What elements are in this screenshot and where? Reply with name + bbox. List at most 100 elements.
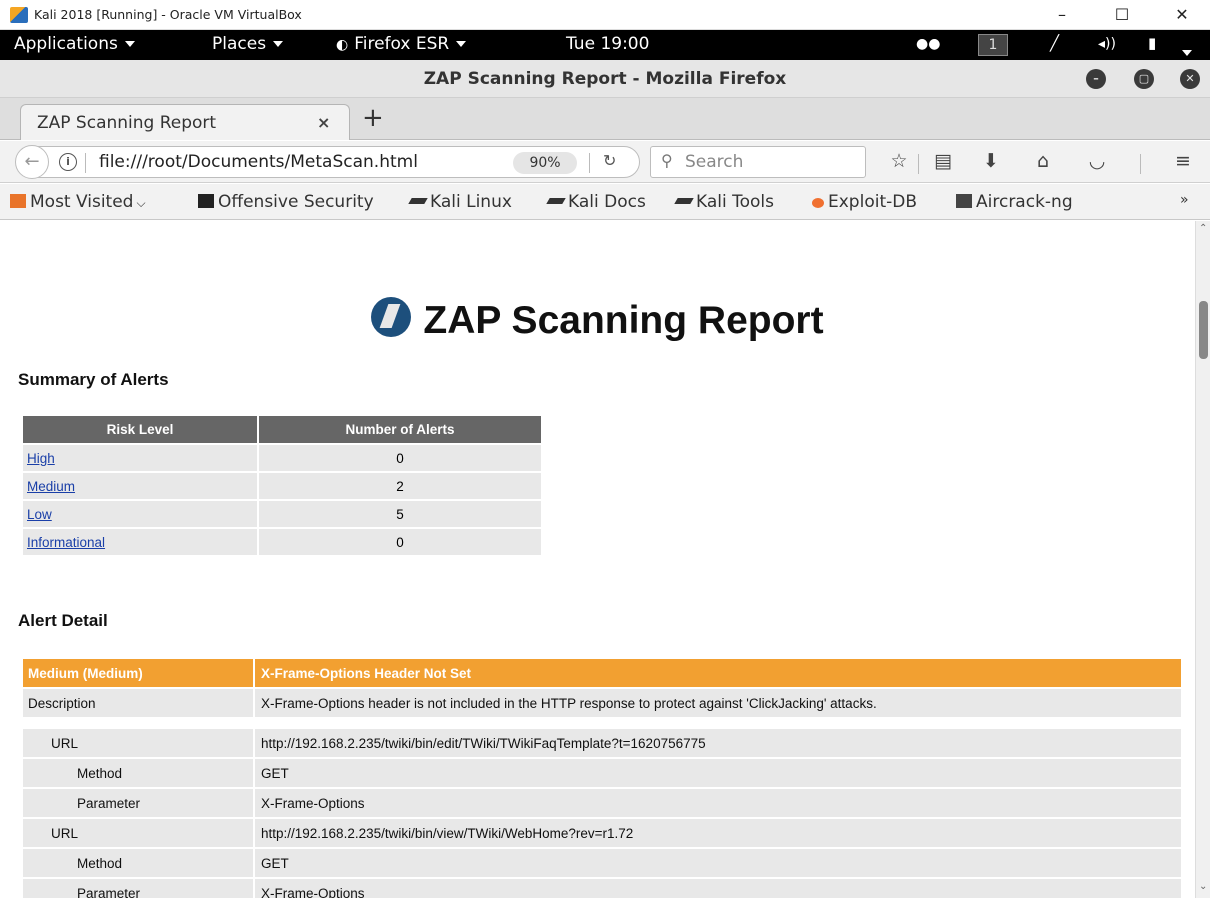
bookmark-kali-linux[interactable]: Kali Linux [408, 192, 512, 212]
count-cell: 2 [259, 473, 541, 499]
tab-strip: ZAP Scanning Report × + [0, 98, 1210, 140]
risk-cell: Medium [23, 473, 257, 499]
bookmark-exploit-db[interactable]: Exploit-DB [812, 192, 917, 212]
search-placeholder: Search [685, 152, 744, 172]
zap-logo-icon [371, 297, 412, 337]
method-label: Method [23, 849, 253, 877]
new-tab-button[interactable]: + [362, 103, 384, 133]
risk-link-high[interactable]: High [27, 451, 55, 466]
folder-icon [10, 194, 26, 208]
reader-list-icon[interactable]: ▤ [930, 150, 956, 172]
places-label: Places [212, 34, 267, 54]
bookmark-most-visited[interactable]: Most Visited ⌵ [10, 192, 146, 212]
risk-link-medium[interactable]: Medium [27, 479, 75, 494]
bookmarks-toolbar: Most Visited ⌵ Offensive Security Kali Li… [0, 184, 1210, 220]
gnome-top-bar: Applications Places ◐ Firefox ESR Tue 19:… [0, 30, 1210, 60]
table-row: Method GET [23, 849, 1181, 877]
scroll-down-icon[interactable]: ⌄ [1199, 881, 1207, 892]
url-bar[interactable]: ← i file:///root/Documents/MetaScan.html… [15, 145, 640, 179]
power-icon[interactable]: ▮ [1148, 34, 1156, 52]
count-cell: 0 [259, 445, 541, 471]
parameter-label: Parameter [23, 789, 253, 817]
kali-icon [674, 198, 694, 204]
method-value: GET [255, 759, 1181, 787]
reload-icon[interactable]: ↻ [603, 151, 616, 170]
risk-link-low[interactable]: Low [27, 507, 52, 522]
spacer-cell [23, 719, 253, 727]
tab-zap-report[interactable]: ZAP Scanning Report × [20, 104, 350, 140]
spacer-cell [255, 719, 1181, 727]
ff-minimize-button[interactable]: – [1086, 69, 1106, 89]
firefox-app-menu[interactable]: ◐ Firefox ESR [336, 34, 467, 54]
risk-cell: High [23, 445, 257, 471]
page-content: ZAP Scanning Report Summary of Alerts Ri… [0, 221, 1195, 898]
risk-link-informational[interactable]: Informational [27, 535, 105, 550]
ff-close-button[interactable]: ✕ [1180, 69, 1200, 89]
info-icon[interactable]: i [59, 153, 77, 171]
alert-detail-heading: Alert Detail [18, 611, 108, 630]
minimize-button[interactable]: – [1040, 2, 1084, 28]
bookmark-offensive-security[interactable]: Offensive Security [198, 192, 374, 212]
scrollbar-thumb[interactable] [1199, 301, 1208, 359]
vertical-scrollbar[interactable]: ⌃ ⌄ [1195, 221, 1210, 898]
table-row: Medium 2 [23, 473, 541, 499]
navigation-bar: ← i file:///root/Documents/MetaScan.html… [0, 141, 1210, 183]
clock[interactable]: Tue 19:00 [566, 34, 649, 54]
url-value: http://192.168.2.235/twiki/bin/edit/TWik… [255, 729, 1181, 757]
risk-cell: Low [23, 501, 257, 527]
chevron-down-icon: ⌵ [136, 196, 146, 210]
count-cell: 5 [259, 501, 541, 527]
hamburger-menu-icon[interactable]: ≡ [1170, 150, 1196, 172]
bookmark-label: Kali Linux [430, 192, 512, 212]
virtualbox-title: Kali 2018 [Running] - Oracle VM VirtualB… [34, 7, 302, 22]
table-row: Method GET [23, 759, 1181, 787]
back-button[interactable]: ← [15, 145, 49, 179]
places-menu[interactable]: Places [212, 34, 284, 54]
summary-table: Risk Level Number of Alerts High 0 Mediu… [21, 414, 543, 557]
home-icon[interactable]: ⌂ [1030, 150, 1056, 172]
search-icon: ⚲ [661, 151, 673, 170]
bookmark-kali-tools[interactable]: Kali Tools [674, 192, 774, 212]
kali-icon [408, 198, 428, 204]
download-icon[interactable]: ⬇ [978, 150, 1004, 172]
caret-down-icon [273, 41, 284, 47]
screen: Kali 2018 [Running] - Oracle VM VirtualB… [0, 0, 1210, 898]
description-value: X-Frame-Options header is not included i… [255, 689, 1181, 717]
count-cell: 0 [259, 529, 541, 555]
search-input[interactable]: ⚲ Search [650, 146, 866, 178]
bookmark-label: Kali Docs [568, 192, 646, 212]
url-label: URL [23, 729, 253, 757]
close-tab-icon[interactable]: × [317, 113, 330, 132]
method-label: Method [23, 759, 253, 787]
applications-label: Applications [14, 34, 118, 54]
divider [589, 153, 590, 173]
close-button[interactable]: ✕ [1160, 2, 1204, 28]
risk-cell: Informational [23, 529, 257, 555]
scroll-up-icon[interactable]: ⌃ [1199, 223, 1207, 234]
bookmark-label: Kali Tools [696, 192, 774, 212]
bookmark-aircrack-ng[interactable]: Aircrack-ng [956, 192, 1073, 212]
bookmark-star-icon[interactable]: ☆ [886, 150, 912, 172]
applications-menu[interactable]: Applications [14, 34, 135, 54]
virtualbox-icon [10, 7, 28, 23]
divider [85, 153, 86, 173]
table-row: URL http://192.168.2.235/twiki/bin/view/… [23, 819, 1181, 847]
maximize-button[interactable]: ☐ [1100, 2, 1144, 28]
ff-maximize-button[interactable]: ▢ [1134, 69, 1154, 89]
pocket-icon[interactable]: ◡ [1084, 150, 1110, 172]
divider [1140, 154, 1141, 174]
table-row: High 0 [23, 445, 541, 471]
table-row: Description X-Frame-Options header is no… [23, 689, 1181, 717]
caret-down-icon [124, 41, 135, 47]
firefox-titlebar: ZAP Scanning Report - Mozilla Firefox – … [0, 60, 1210, 98]
bookmarks-overflow-button[interactable]: » [1180, 192, 1189, 208]
zoom-indicator[interactable]: 90% [513, 152, 577, 174]
firefox-window-title: ZAP Scanning Report - Mozilla Firefox [423, 69, 787, 89]
parameter-label: Parameter [23, 879, 253, 898]
method-value: GET [255, 849, 1181, 877]
url-text[interactable]: file:///root/Documents/MetaScan.html [99, 152, 418, 172]
volume-icon: ◂)) [1098, 36, 1116, 52]
tab-label: ZAP Scanning Report [37, 113, 217, 133]
workspace-indicator[interactable]: 1 [978, 34, 1008, 56]
bookmark-kali-docs[interactable]: Kali Docs [546, 192, 646, 212]
